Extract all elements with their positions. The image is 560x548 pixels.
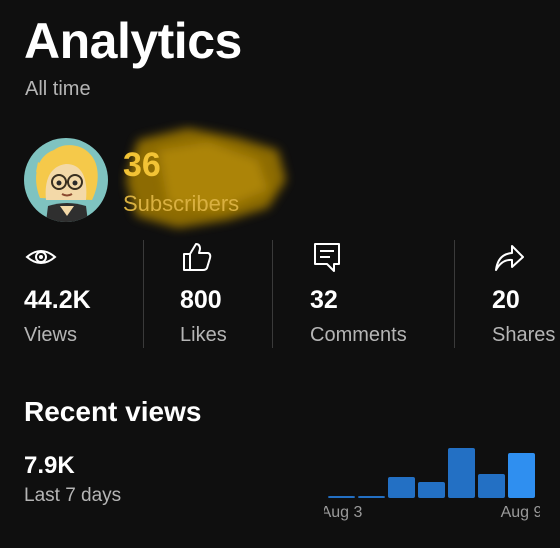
likes-value: 800 — [180, 286, 222, 314]
chart-x-tick-label: Aug 3 — [324, 504, 363, 521]
chart-bar[interactable] — [358, 496, 385, 498]
chart-bar[interactable] — [418, 482, 445, 498]
avatar[interactable] — [24, 138, 108, 222]
views-value: 44.2K — [24, 286, 91, 314]
recent-views-title: Recent views — [24, 396, 202, 427]
page-subtitle[interactable]: All time — [25, 78, 91, 101]
recent-views-period: Last 7 days — [24, 485, 122, 506]
eye-icon — [25, 250, 57, 264]
recent-views-value: 7.9K — [24, 452, 75, 479]
divider — [454, 240, 455, 348]
comments-value: 32 — [310, 286, 338, 314]
chart-x-tick-label: Aug 9 — [501, 504, 540, 521]
thumbs-up-icon — [183, 243, 212, 271]
shares-value: 20 — [492, 286, 520, 314]
avatar-image — [24, 138, 108, 222]
share-arrow-icon — [495, 245, 524, 271]
chart-bar[interactable] — [478, 474, 505, 498]
likes-label: Likes — [180, 324, 227, 346]
comments-label: Comments — [310, 324, 407, 346]
shares-label: Shares — [492, 324, 556, 346]
divider — [272, 240, 273, 348]
chart-bar[interactable] — [328, 496, 355, 498]
views-label: Views — [24, 324, 77, 346]
chart-bar[interactable] — [388, 477, 415, 498]
divider — [143, 240, 144, 348]
chart-bar[interactable] — [508, 453, 535, 498]
subscribers-count: 36 — [123, 146, 161, 184]
subscribers-label: Subscribers — [123, 191, 240, 216]
page-title: Analytics — [24, 13, 242, 69]
recent-views-chart[interactable]: Aug 3 Aug 9 — [324, 440, 540, 530]
comment-icon — [314, 243, 340, 272]
chart-bar[interactable] — [448, 448, 475, 498]
